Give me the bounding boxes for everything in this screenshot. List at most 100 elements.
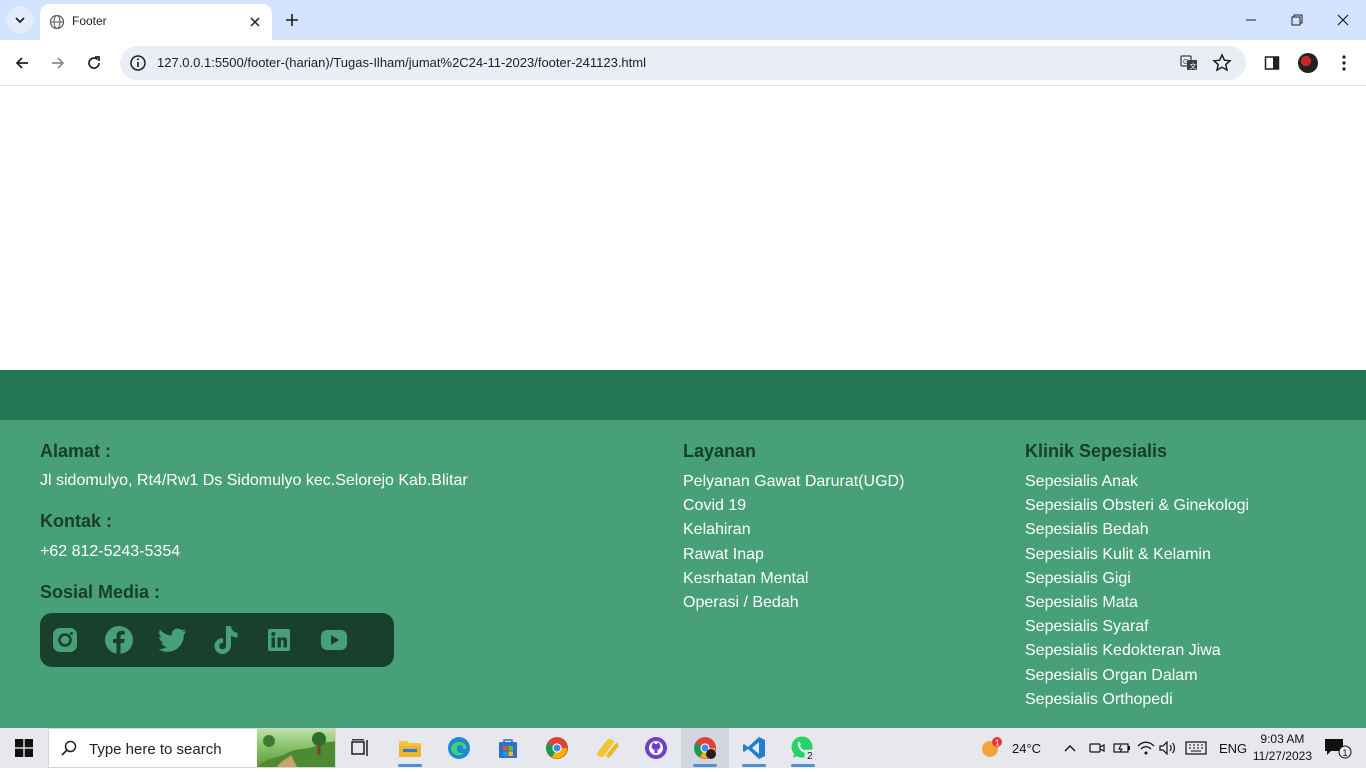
- tab-search-button[interactable]: [6, 6, 34, 34]
- touch-keyboard-button[interactable]: [1185, 728, 1207, 768]
- camera-icon: [1089, 743, 1105, 753]
- github-desktop-button[interactable]: [632, 728, 680, 768]
- klinik-link[interactable]: Sepesialis Anak: [1025, 472, 1249, 496]
- layanan-link[interactable]: Covid 19: [683, 496, 904, 520]
- browser-tab[interactable]: Footer: [40, 4, 272, 40]
- notification-badge: 1: [1343, 748, 1348, 758]
- forward-button[interactable]: [43, 48, 73, 78]
- klinik-link[interactable]: Sepesialis Kulit & Kelamin: [1025, 545, 1249, 569]
- vscode-button[interactable]: [730, 728, 778, 768]
- chevron-up-icon: [1064, 745, 1076, 752]
- store-button[interactable]: [484, 728, 532, 768]
- battery-icon: [1113, 743, 1130, 753]
- layanan-link[interactable]: Rawat Inap: [683, 545, 904, 569]
- tab-close-icon[interactable]: [246, 13, 264, 31]
- reload-icon: [88, 56, 100, 69]
- klinik-link[interactable]: Sepesialis Syaraf: [1025, 617, 1249, 641]
- tab-strip: Footer: [0, 0, 1366, 40]
- chrome-icon: [694, 737, 716, 759]
- volume-button[interactable]: [1159, 728, 1177, 768]
- youtube-icon[interactable]: [317, 623, 351, 657]
- profile-button[interactable]: [1293, 48, 1323, 78]
- translate-icon[interactable]: 文G: [1180, 54, 1198, 72]
- arrow-right-icon: [52, 57, 65, 69]
- weather-widget[interactable]: 1 24°C: [978, 728, 1041, 768]
- linkedin-icon[interactable]: [262, 623, 296, 657]
- task-view-button[interactable]: [336, 728, 384, 768]
- klinik-link[interactable]: Sepesialis Organ Dalam: [1025, 666, 1249, 690]
- tiktok-icon[interactable]: [209, 623, 243, 657]
- url-text[interactable]: 127.0.0.1:5500/footer-(harian)/Tugas-Ilh…: [157, 55, 646, 70]
- klinik-link[interactable]: Sepesialis Gigi: [1025, 569, 1249, 593]
- windows-logo-icon: [15, 739, 33, 757]
- network-button[interactable]: [1137, 728, 1155, 768]
- avatar: [1298, 53, 1318, 73]
- browser-toolbar: 127.0.0.1:5500/footer-(harian)/Tugas-Ilh…: [0, 40, 1366, 86]
- clock-date: 11/27/2023: [1252, 749, 1312, 763]
- layanan-heading: Layanan: [683, 441, 757, 461]
- klinik-link[interactable]: Sepesialis Obsteri & Ginekologi: [1025, 496, 1249, 520]
- notification-center-button[interactable]: 1: [1323, 728, 1353, 768]
- layanan-link[interactable]: Pelyanan Gawat Darurat(UGD): [683, 472, 904, 496]
- weather-badge: 1: [995, 739, 1000, 748]
- layanan-link[interactable]: Operasi / Bedah: [683, 593, 904, 617]
- instagram-icon[interactable]: [48, 623, 82, 657]
- notification-icon: 1: [1325, 739, 1352, 759]
- twitter-icon[interactable]: [156, 623, 190, 657]
- info-icon[interactable]: [129, 54, 147, 72]
- running-indicator: [693, 764, 717, 767]
- svg-text:文: 文: [1190, 62, 1197, 71]
- side-panel-icon: [1264, 56, 1280, 70]
- clock-time: 9:03 AM: [1260, 732, 1305, 746]
- speaker-icon: [1159, 741, 1175, 755]
- bookmark-star-icon[interactable]: [1212, 53, 1232, 73]
- layanan-link[interactable]: Kesrhatan Mental: [683, 569, 904, 593]
- taskbar-search-box[interactable]: Type here to search: [48, 728, 336, 768]
- reload-button[interactable]: [79, 48, 109, 78]
- layanan-link[interactable]: Kelahiran: [683, 520, 904, 544]
- minimize-button[interactable]: [1228, 0, 1274, 40]
- facebook-icon[interactable]: [102, 623, 136, 657]
- klinik-link[interactable]: Sepesialis Bedah: [1025, 520, 1249, 544]
- chrome-profile-button[interactable]: [681, 728, 729, 768]
- close-icon: [1337, 14, 1349, 26]
- globe-icon: [49, 14, 65, 30]
- chevron-down-icon: [15, 17, 25, 24]
- file-explorer-button[interactable]: [386, 728, 434, 768]
- kontak-phone: +62 812-5243-5354: [40, 543, 181, 560]
- clock-button[interactable]: 9:03 AM 11/27/2023: [1253, 731, 1312, 765]
- search-icon: [61, 740, 77, 756]
- klinik-list: Sepesialis Anak Sepesialis Obsteri & Gin…: [1025, 472, 1249, 714]
- klinik-link[interactable]: Sepesialis Kedokteran Jiwa: [1025, 641, 1249, 665]
- svg-text:G: G: [1183, 59, 1188, 66]
- running-indicator: [791, 764, 815, 767]
- page-viewport: Alamat : Jl sidomulyo, Rt4/Rw1 Ds Sidomu…: [0, 87, 1366, 728]
- menu-button[interactable]: [1329, 48, 1359, 78]
- whatsapp-button[interactable]: 2: [779, 728, 827, 768]
- chrome-icon: [546, 737, 568, 759]
- new-tab-button[interactable]: [278, 6, 306, 34]
- show-hidden-icons-button[interactable]: [1063, 728, 1077, 768]
- address-bar[interactable]: 127.0.0.1:5500/footer-(harian)/Tugas-Ilh…: [120, 46, 1246, 80]
- side-panel-button[interactable]: [1257, 48, 1287, 78]
- layanan-list: Pelyanan Gawat Darurat(UGD) Covid 19 Kel…: [683, 472, 904, 617]
- start-button[interactable]: [0, 728, 48, 768]
- klinik-link[interactable]: Sepesialis Orthopedi: [1025, 690, 1249, 714]
- sticky-app-button[interactable]: [583, 728, 631, 768]
- running-indicator: [742, 764, 766, 767]
- klinik-link[interactable]: Sepesialis Mata: [1025, 593, 1249, 617]
- back-button[interactable]: [7, 48, 37, 78]
- input-language-button[interactable]: ENG: [1219, 728, 1247, 768]
- sosial-media-heading: Sosial Media :: [40, 582, 161, 602]
- restore-button[interactable]: [1274, 0, 1320, 40]
- close-window-button[interactable]: [1320, 0, 1366, 40]
- vscode-icon: [743, 737, 765, 759]
- search-highlight-art: [257, 729, 335, 767]
- battery-button[interactable]: [1113, 728, 1131, 768]
- weather-temp: 24°C: [1012, 740, 1042, 756]
- whatsapp-badge: 2: [807, 751, 813, 761]
- kebab-menu-icon: [1342, 55, 1346, 71]
- edge-button[interactable]: [435, 728, 483, 768]
- meet-now-button[interactable]: [1089, 728, 1105, 768]
- chrome-button[interactable]: [533, 728, 581, 768]
